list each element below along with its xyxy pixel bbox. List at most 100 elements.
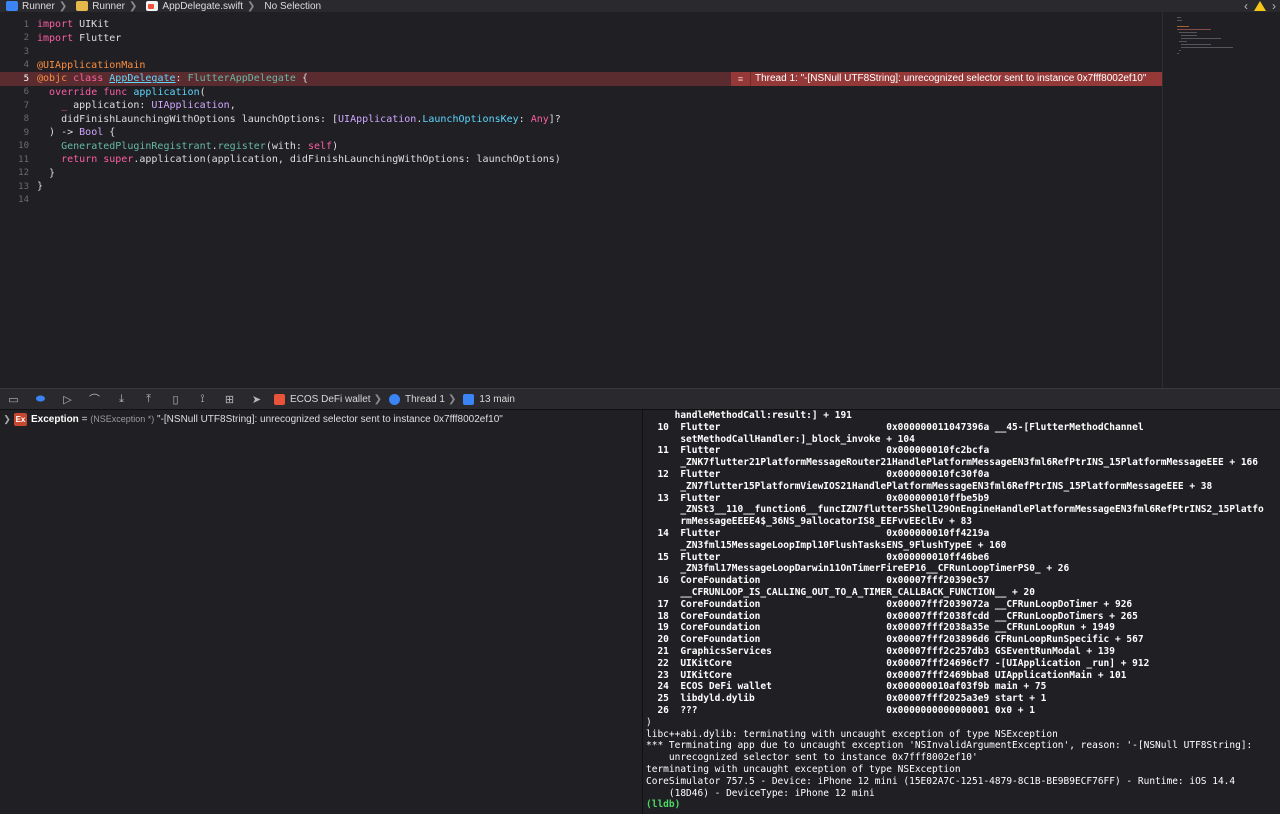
console-line: rmMessageEEEE4$_36NS_9allocatorIS8_EEFvv… <box>646 516 973 528</box>
console-line: 10 Flutter 0x000000011047396a __45-[Flut… <box>646 421 1144 433</box>
simulate-location-button[interactable]: ➤ <box>243 389 270 409</box>
code-token: ( <box>199 86 206 98</box>
code-text: @objc class AppDelegate: FlutterAppDeleg… <box>33 73 308 84</box>
variables-view[interactable]: ❯ Ex Exception = (NSException *) "-[NSNu… <box>0 410 643 814</box>
chevron-right-icon: ❯ <box>58 0 68 12</box>
code-token: return <box>61 154 98 166</box>
chevron-right-icon: ❯ <box>448 393 457 405</box>
line-number[interactable]: 12 <box>0 168 33 178</box>
code-line[interactable]: 12 } <box>0 167 1162 181</box>
line-number[interactable]: 3 <box>0 47 33 57</box>
breakpoints-toggle-button[interactable]: ⬬ <box>27 389 54 409</box>
step-over-button[interactable]: ⌒ <box>81 389 108 409</box>
memory-graph-button[interactable]: ⟟ <box>189 389 216 409</box>
console-line: terminating with uncaught exception of t… <box>646 764 961 775</box>
breadcrumb-item-folder[interactable]: Runner ❯ <box>70 0 140 12</box>
code-line[interactable]: 3 <box>0 45 1162 59</box>
code-token: Flutter <box>73 32 122 44</box>
breadcrumb-item-file[interactable]: AppDelegate.swift ❯ <box>140 0 258 12</box>
minimap-line <box>1177 26 1189 27</box>
breadcrumb-item-selection[interactable]: No Selection <box>258 0 321 12</box>
variable-value: "-[NSNull UTF8String]: unrecognized sele… <box>154 413 503 425</box>
code-token: UIApplication <box>338 113 417 125</box>
code-token: register <box>217 140 266 152</box>
swift-file-icon <box>146 1 159 11</box>
line-number[interactable]: 7 <box>0 101 33 111</box>
code-line[interactable]: 5 @objc class AppDelegate: FlutterAppDele… <box>0 72 1162 86</box>
environment-overrides-button[interactable]: ⊞ <box>216 389 243 409</box>
line-number[interactable]: 2 <box>0 33 33 43</box>
code-line[interactable]: 8 didFinishLaunchingWithOptions launchOp… <box>0 113 1162 127</box>
code-token: FlutterAppDelegate <box>187 73 296 85</box>
line-number[interactable]: 10 <box>0 141 33 151</box>
console-line: 22 UIKitCore 0x00007fff24696cf7 -[UIAppl… <box>646 657 1150 669</box>
variable-row[interactable]: ❯ Ex Exception = (NSException *) "-[NSNu… <box>0 412 503 426</box>
exception-icon: Ex <box>14 412 27 426</box>
code-line[interactable]: 11 return super.application(application,… <box>0 153 1162 167</box>
code-token: Bool <box>79 127 104 139</box>
console-line: *** Terminating app due to uncaught exce… <box>646 740 1253 752</box>
console-line: 19 CoreFoundation 0x00007fff2038a35e __C… <box>646 622 1115 634</box>
code-line[interactable]: 4 @UIApplicationMain <box>0 59 1162 73</box>
error-banner[interactable]: ≡ Thread 1: "-[NSNull UTF8String]: unreco… <box>731 72 1162 86</box>
source-editor[interactable]: 1 import UIKit 2 import Flutter 3 4 @UIApplica… <box>0 12 1162 388</box>
minimap-line <box>1179 32 1197 33</box>
minimap-line <box>1177 53 1179 54</box>
debug-app-crumb[interactable]: ECOS DeFi wallet ❯ <box>274 393 385 405</box>
code-token: { <box>295 73 308 85</box>
line-number[interactable]: 6 <box>0 87 33 97</box>
code-token: UIKit <box>73 19 110 31</box>
line-number[interactable]: 9 <box>0 128 33 138</box>
line-number[interactable]: 14 <box>0 195 33 205</box>
code-token: ) <box>332 140 339 152</box>
step-into-button[interactable]: ⤓ <box>108 389 135 409</box>
code-line[interactable]: 9 ) -> Bool { <box>0 126 1162 140</box>
minimap[interactable] <box>1162 12 1280 388</box>
hide-debug-area-button[interactable]: ▭ <box>0 389 27 409</box>
debug-frame-crumb[interactable]: 13 main <box>463 393 515 405</box>
console-line: 14 Flutter 0x000000010ff4219a <box>646 528 990 539</box>
breadcrumb-label: Runner <box>22 0 55 12</box>
code-text: } <box>33 168 55 179</box>
disclosure-triangle-icon[interactable]: ❯ <box>0 414 14 425</box>
debug-frame-label: 13 main <box>479 393 515 405</box>
person-icon <box>463 393 475 405</box>
code-token: .application(application, didFinishLaunc… <box>133 154 561 166</box>
continue-button[interactable]: ▷ <box>54 389 81 409</box>
code-token: AppDelegate <box>109 73 176 85</box>
code-text: import Flutter <box>33 33 121 44</box>
code-line[interactable]: 6 override func application( <box>0 86 1162 100</box>
code-token: import <box>37 19 74 31</box>
debug-console[interactable]: handleMethodCall:result:] + 191 10 Flutt… <box>644 410 1280 814</box>
breadcrumb-item-project[interactable]: Runner ❯ <box>0 0 70 12</box>
line-number[interactable]: 8 <box>0 114 33 124</box>
line-number[interactable]: 11 <box>0 155 33 165</box>
code-text: import UIKit <box>33 19 109 30</box>
warning-icon[interactable] <box>1254 1 1266 11</box>
step-out-button[interactable]: ⤒ <box>135 389 162 409</box>
line-number[interactable]: 5 <box>0 74 33 84</box>
line-number[interactable]: 13 <box>0 182 33 192</box>
code-line[interactable]: 2 import Flutter <box>0 32 1162 46</box>
minimap-line <box>1181 38 1221 39</box>
code-token: class <box>73 73 104 85</box>
console-line: __CFRUNLOOP_IS_CALLING_OUT_TO_A_TIMER_CA… <box>646 587 1035 598</box>
code-line[interactable]: 7 _ application: UIApplication, <box>0 99 1162 113</box>
minimap-line <box>1177 29 1211 30</box>
code-token: application: <box>67 100 152 112</box>
console-line: 24 ECOS DeFi wallet 0x000000010af03f9b m… <box>646 681 1047 693</box>
console-line: _ZN3fml15MessageLoopImpl10FlushTasksENS_… <box>646 539 1007 551</box>
code-token: func <box>103 86 128 98</box>
debug-thread-crumb[interactable]: Thread 1 ❯ <box>388 393 459 405</box>
breadcrumb: Runner ❯ Runner ❯ AppDelegate.swift ❯ No… <box>0 0 1280 13</box>
folder-icon <box>76 1 89 11</box>
code-line[interactable]: 14 <box>0 194 1162 208</box>
minimap-line <box>1179 50 1181 51</box>
code-line[interactable]: 13} <box>0 180 1162 194</box>
line-number[interactable]: 1 <box>0 20 33 30</box>
code-line[interactable]: 10 GeneratedPluginRegistrant.register(wi… <box>0 140 1162 154</box>
view-hierarchy-button[interactable]: ▯ <box>162 389 189 409</box>
code-line[interactable]: 1 import UIKit <box>0 18 1162 32</box>
line-number[interactable]: 4 <box>0 60 33 70</box>
